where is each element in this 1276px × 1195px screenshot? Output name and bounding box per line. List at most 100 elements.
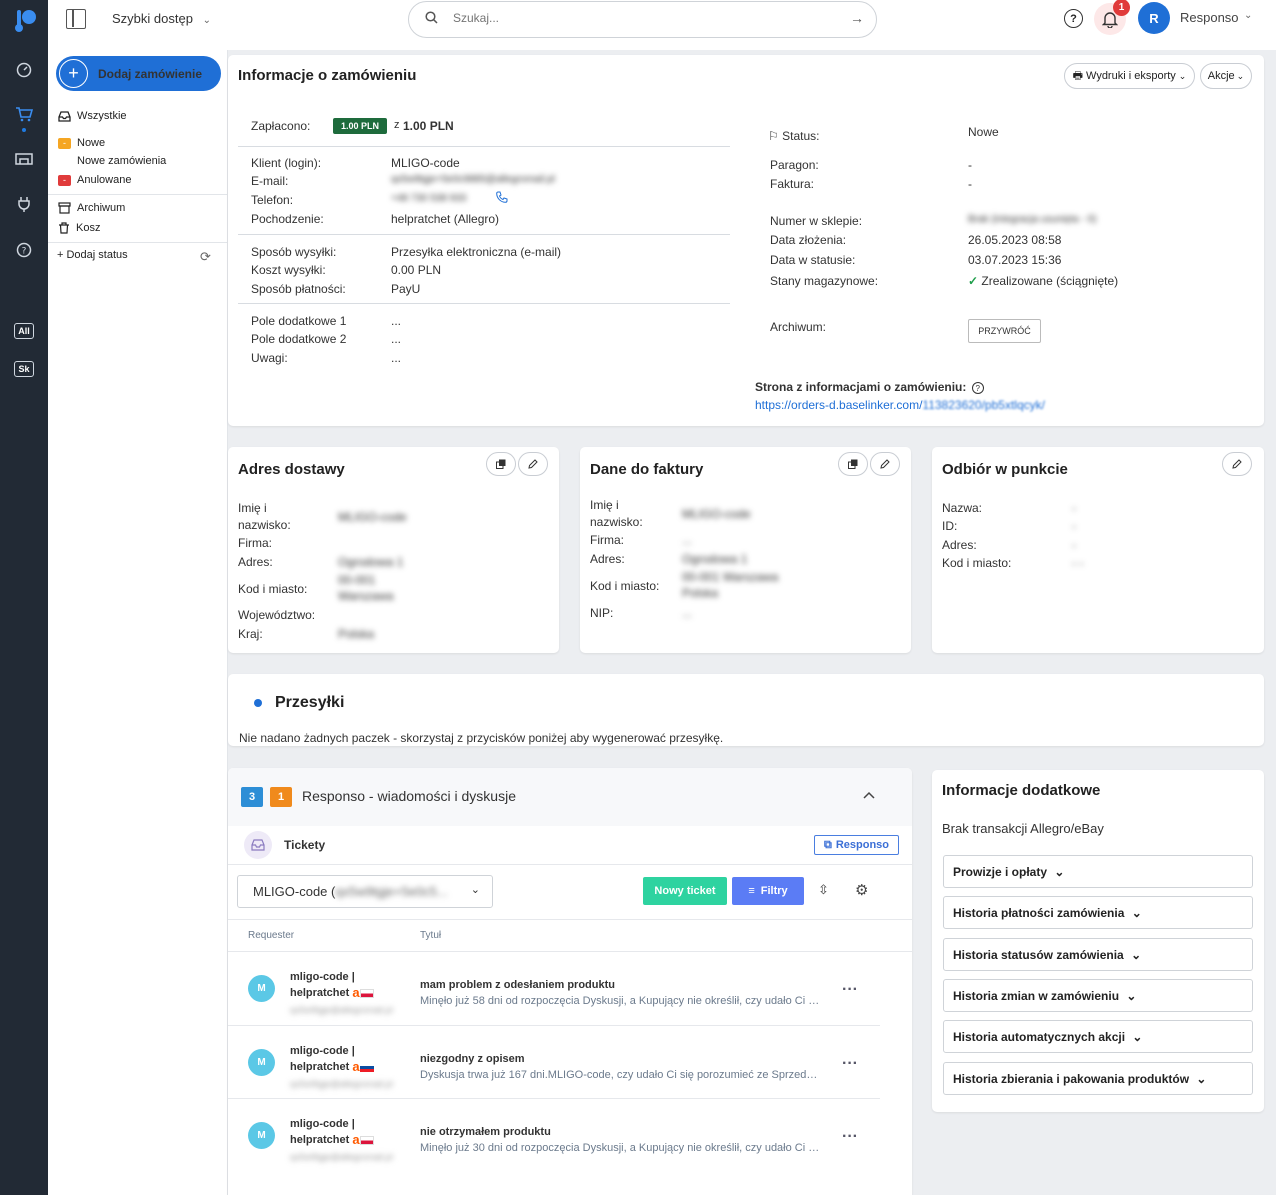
- shipping-cost-label: Koszt wysyłki:: [251, 263, 326, 277]
- pickup-name-value: -: [1072, 501, 1076, 515]
- pickup-id-value: -: [1072, 519, 1076, 533]
- sidebar-toggle-icon[interactable]: [66, 9, 86, 29]
- responso-header[interactable]: 3 1 Responso - wiadomości i dyskusje: [228, 768, 912, 826]
- tag-all[interactable]: All: [14, 323, 34, 339]
- divider: [48, 242, 228, 243]
- arrow-right-icon[interactable]: →: [850, 10, 864, 26]
- accordion-payment-history[interactable]: Historia płatności zamówienia ⌄: [943, 896, 1253, 929]
- requester-email: qx5w9tgje@allegromail.pl: [290, 1079, 393, 1089]
- prints-exports-button[interactable]: 🖶 Wydruki i eksporty ⌄: [1064, 63, 1195, 89]
- extra-field-1-value[interactable]: ...: [391, 314, 401, 328]
- extra-field-2-value[interactable]: ...: [391, 332, 401, 346]
- baselinker-logo[interactable]: [12, 6, 38, 34]
- dashboard-icon[interactable]: [12, 58, 36, 82]
- warehouse-icon[interactable]: [12, 146, 36, 170]
- table-row[interactable]: M mligo-code | helpratchet a qx5w9tgje@al…: [228, 1029, 880, 1101]
- help-icon[interactable]: ?: [12, 238, 36, 262]
- notes-value[interactable]: ...: [391, 351, 401, 365]
- copy-icon[interactable]: [838, 452, 868, 476]
- notifications-badge: 1: [1113, 0, 1130, 16]
- chevron-down-icon: ⌄: [1132, 1030, 1143, 1044]
- refresh-icon[interactable]: ⟳: [200, 249, 211, 265]
- user-name[interactable]: Responso: [1180, 10, 1239, 25]
- gear-icon[interactable]: ⚙: [855, 881, 868, 899]
- add-order-button[interactable]: + Dodaj zamówienie: [56, 56, 221, 91]
- column-header-requester[interactable]: Requester: [248, 930, 294, 941]
- accordion-automation-history[interactable]: Historia automatycznych akcji ⌄: [943, 1020, 1253, 1053]
- divider: [48, 194, 228, 195]
- pickup-city-value: - -: [1072, 556, 1084, 570]
- help-icon[interactable]: ?: [971, 382, 984, 394]
- copy-icon[interactable]: [486, 452, 516, 476]
- new-ticket-button[interactable]: Nowy ticket: [643, 877, 727, 905]
- accordion-picking-history[interactable]: Historia zbierania i pakowania produktów…: [943, 1062, 1253, 1095]
- edit-icon[interactable]: [1222, 452, 1252, 476]
- more-options-icon[interactable]: ···: [842, 981, 858, 999]
- table-row[interactable]: M mligo-code | helpratchet a qx5w9tgje@al…: [228, 955, 880, 1027]
- filters-button[interactable]: ≡ Filtry: [732, 877, 804, 905]
- sidebar-item-nowe[interactable]: - Nowe: [58, 137, 105, 149]
- sort-icon[interactable]: ⇳: [818, 882, 829, 898]
- name-label: Imię i: [590, 498, 619, 512]
- accordion-status-history[interactable]: Historia statusów zamówienia ⌄: [943, 938, 1253, 971]
- notifications-button[interactable]: 1: [1094, 0, 1130, 35]
- city-value-2: Polska: [682, 586, 719, 600]
- trash-icon: [59, 222, 69, 234]
- more-options-icon[interactable]: ···: [842, 1128, 858, 1146]
- sidebar-item-kosz[interactable]: Kosz: [58, 222, 100, 234]
- chevron-down-icon[interactable]: ⌄: [1244, 10, 1252, 21]
- add-status-link[interactable]: + Dodaj status: [57, 249, 128, 261]
- company-label: Firma:: [238, 536, 272, 550]
- name-label-2: nazwisko:: [590, 515, 643, 529]
- avatar[interactable]: R: [1138, 2, 1170, 34]
- sidebar-item-anulowane[interactable]: - Anulowane: [58, 174, 131, 186]
- email-value[interactable]: qx5w9tgje+5e0c9885@allegromail.pl: [391, 174, 555, 185]
- requester-name: mligo-code | helpratchet a: [290, 1116, 374, 1148]
- restore-button[interactable]: PRZYWRÓĆ: [968, 319, 1041, 343]
- actions-button[interactable]: Akcje ⌄: [1200, 63, 1252, 89]
- order-page-link[interactable]: https://orders-d.baselinker.com/11382362…: [755, 398, 1045, 412]
- column-header-title[interactable]: Tytuł: [420, 930, 441, 941]
- chevron-down-icon: ⌄: [1126, 989, 1137, 1003]
- printer-icon: 🖶: [1072, 69, 1084, 82]
- ticket-description: Minęło już 30 dni od rozpoczęcia Dyskusj…: [420, 1142, 820, 1154]
- region-label: Województwo:: [238, 608, 316, 622]
- cart-icon[interactable]: [12, 102, 36, 126]
- table-row[interactable]: M mligo-code | helpratchet a qx5w9tgje@al…: [228, 1102, 880, 1174]
- chevron-up-icon[interactable]: [863, 786, 875, 802]
- origin-value: helpratchet (Allegro): [391, 212, 500, 226]
- city-value: 00-001: [338, 573, 376, 587]
- shipments-empty-text: Nie nadano żadnych paczek - skorzystaj z…: [239, 731, 724, 745]
- phone-icon[interactable]: [496, 191, 508, 206]
- divider: [228, 1025, 880, 1026]
- plug-icon[interactable]: [12, 192, 36, 216]
- external-link-icon: ⧉: [823, 838, 832, 851]
- created-date-label: Data złożenia:: [770, 233, 847, 247]
- help-icon[interactable]: ?: [1064, 9, 1083, 28]
- nip-label: NIP:: [590, 606, 614, 620]
- sidebar-item-all[interactable]: Wszystkie: [58, 110, 127, 122]
- accordion-fees[interactable]: Prowizje i opłaty ⌄: [943, 855, 1253, 888]
- page-title: Informacje o zamówieniu: [238, 67, 417, 84]
- sidebar-item-archiwum[interactable]: Archiwum: [58, 202, 125, 214]
- accordion-changes-history[interactable]: Historia zmian w zamówieniu ⌄: [943, 979, 1253, 1012]
- divider: [228, 919, 912, 920]
- edit-icon[interactable]: [518, 452, 548, 476]
- address-label: Adres:: [238, 555, 273, 569]
- quick-access-menu[interactable]: Szybki dostęp ⌄: [112, 11, 211, 26]
- responso-link-button[interactable]: ⧉ Responso: [814, 835, 899, 855]
- name-label: Imię i: [238, 501, 267, 515]
- invoice-data-card: Dane do faktury Imię i nazwisko: MLIGO-c…: [580, 447, 911, 653]
- search-input[interactable]: [453, 11, 833, 25]
- requester-name: mligo-code | helpratchet a: [290, 969, 374, 1001]
- stock-label: Stany magazynowe:: [770, 274, 879, 288]
- status-value[interactable]: Nowe: [968, 125, 999, 139]
- tag-sk[interactable]: Sk: [14, 361, 34, 377]
- receipt-value: -: [968, 158, 972, 172]
- sidebar-item-nowe-zamowienia[interactable]: Nowe zamówienia: [77, 155, 166, 167]
- phone-value[interactable]: +48 730 538 933: [391, 193, 466, 204]
- more-options-icon[interactable]: ···: [842, 1055, 858, 1073]
- shipping-label: Sposób wysyłki:: [251, 245, 337, 259]
- edit-icon[interactable]: [870, 452, 900, 476]
- requester-select[interactable]: MLIGO-code (qx5w9tgje+5e0c5... ⌄: [237, 875, 493, 908]
